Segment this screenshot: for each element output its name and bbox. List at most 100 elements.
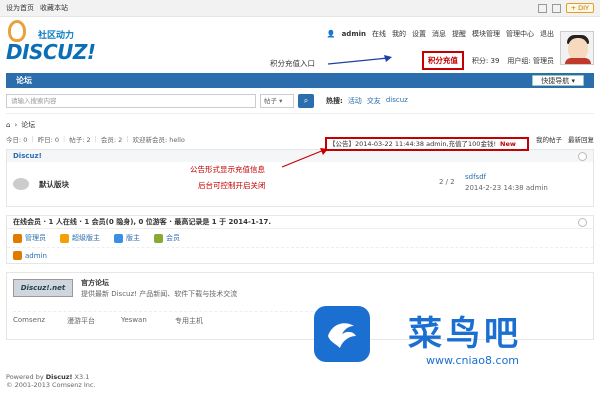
search-input[interactable]: 请输入搜索内容: [6, 93, 256, 108]
online-summary: 在线会员 · 1 人在线 · 1 会员(0 隐身), 0 位游客 · 最高记录是…: [13, 218, 272, 226]
logo-wordmark: DISCUZ!: [6, 40, 96, 64]
footer-brand[interactable]: Discuz!: [46, 373, 73, 381]
forum-bubble-icon: [13, 178, 29, 190]
breadcrumb-sep: ›: [14, 121, 18, 129]
online-status[interactable]: 在线: [372, 29, 386, 39]
discuz-net-logo[interactable]: Discuz!.net: [13, 279, 73, 297]
user-points-row: 积分充值 积分: 39 用户组: 管理员: [421, 51, 554, 70]
hot-label: 热搜:: [326, 96, 343, 105]
user-nav: 👤 admin 在线 我的 设置 消息 提醒 模块管理 管理中心 退出: [327, 29, 554, 39]
legend-mod: 版主: [114, 233, 140, 243]
link-hosting[interactable]: 专用主机: [175, 316, 229, 326]
stat-yesterday: 昨日: 0: [37, 136, 60, 144]
expand-icon[interactable]: [537, 3, 547, 13]
nav-logout[interactable]: 退出: [540, 29, 554, 39]
search-type-label: 帖子: [264, 96, 277, 105]
stat-welcome[interactable]: 欢迎新会员: hello: [132, 134, 184, 144]
legend-member: 会员: [154, 233, 180, 243]
forum-last-post: sdfsdf 2014-2-23 14:38 admin: [465, 172, 548, 194]
diy-label: DIY: [578, 4, 589, 12]
nav-messages[interactable]: 消息: [432, 29, 446, 39]
diy-button[interactable]: + DIY: [565, 3, 594, 13]
online-section: 在线会员 · 1 人在线 · 1 会员(0 隐身), 0 位游客 · 最高记录是…: [6, 215, 594, 264]
footer-powered: Powered by Discuz! X3.1: [6, 373, 96, 381]
user-group[interactable]: 用户组: 管理员: [507, 56, 554, 66]
bird-shape: [328, 323, 356, 348]
latest-replies-link[interactable]: 最新回复: [568, 134, 594, 144]
nav-module-admin[interactable]: 模块管理: [472, 29, 500, 39]
hot-item-discuz[interactable]: discuz: [386, 96, 408, 106]
my-posts-link[interactable]: 我的帖子: [536, 134, 562, 144]
user-icon: 👤: [326, 30, 336, 38]
online-user[interactable]: admin: [25, 252, 47, 260]
points-entry-arrow: [327, 55, 392, 65]
logo-bulb-icon: [8, 20, 26, 42]
link-comsenz[interactable]: Comsenz: [13, 316, 67, 326]
announcement-box[interactable]: 【公告】2014-03-22 11:44:38 admin,充值了100金钱! N…: [325, 137, 529, 151]
online-collapse-icon[interactable]: [578, 217, 587, 227]
last-post-time: 2014-2-23 14:38 admin: [465, 184, 548, 192]
mod-icon: [114, 233, 123, 243]
watermark-url: www.cniao8.com: [426, 354, 520, 367]
hot-item-friends[interactable]: 交友: [367, 96, 381, 106]
watermark-brand: 菜鸟吧: [408, 314, 522, 354]
last-post-title[interactable]: sdfsdf: [465, 172, 548, 183]
category-title[interactable]: Discuz!: [13, 152, 42, 160]
footer: Powered by Discuz! X3.1 © 2001-2013 Coms…: [6, 373, 96, 389]
stats-links: 我的帖子 最新回复: [536, 134, 594, 144]
online-users: admin: [7, 247, 593, 263]
avatar[interactable]: [560, 31, 594, 65]
avatar-face: [568, 38, 588, 60]
bird-logo-icon: [314, 306, 370, 362]
avatar-shirt: [565, 58, 591, 64]
legend-admin-label: 管理员: [25, 234, 46, 242]
user-admin-icon: [13, 251, 22, 260]
nav-settings[interactable]: 设置: [412, 29, 426, 39]
username-link[interactable]: admin: [342, 30, 366, 38]
topbar-tools: + DIY: [537, 3, 594, 13]
nav-admin-center[interactable]: 管理中心: [506, 29, 534, 39]
legend-admin: 管理员: [13, 233, 46, 243]
breadcrumb-forum[interactable]: 论坛: [21, 120, 35, 130]
collapse-icon[interactable]: [578, 151, 587, 161]
stat-posts: 帖子: 2: [69, 136, 91, 144]
hot-searches: 热搜: 活动 交友 discuz: [326, 96, 408, 106]
links-row: Comsenz 漫游平台 Yeswan 专用主机: [13, 311, 313, 326]
footer-copyright: © 2001-2013 Comsenz Inc.: [6, 381, 96, 389]
top-bar: 设为首页 收藏本站 + DIY: [0, 0, 600, 17]
legend-super-mod-label: 超级版主: [72, 234, 100, 242]
link-manyou[interactable]: 漫游平台: [67, 316, 121, 326]
main-nav: 论坛 快捷导航 ▾: [6, 73, 594, 88]
forum-name[interactable]: 默认版块: [39, 179, 69, 190]
nav-reminders[interactable]: 提醒: [452, 29, 466, 39]
nav-my[interactable]: 我的: [392, 29, 406, 39]
online-legend: 管理员 超级版主 版主 会员: [7, 229, 593, 247]
quick-nav-button[interactable]: 快捷导航 ▾: [532, 75, 584, 86]
link-yeswan[interactable]: Yeswan: [121, 316, 175, 326]
set-homepage-link[interactable]: 设为首页: [6, 3, 34, 13]
bookmark-link[interactable]: 收藏本站: [40, 3, 68, 13]
notice-arrow: [281, 148, 328, 168]
legend-member-label: 会员: [166, 234, 180, 242]
points-value[interactable]: 积分: 39: [472, 56, 500, 66]
points-recharge-button[interactable]: 积分充值: [421, 51, 464, 70]
breadcrumb: ⌂ › 论坛: [6, 120, 594, 130]
announcement-text: 【公告】2014-03-22 11:44:38 admin,充值了100金钱!: [329, 140, 497, 148]
admin-icon: [13, 233, 22, 243]
new-badge: New: [500, 140, 516, 148]
points-entry-annotation: 积分充值入口: [270, 59, 315, 68]
style-icon[interactable]: [551, 3, 561, 13]
stat-today: 今日: 0: [6, 136, 28, 144]
super-mod-icon: [60, 233, 69, 243]
links-title[interactable]: 官方论坛: [81, 278, 109, 288]
member-icon: [154, 233, 163, 243]
footer-prefix: Powered by: [6, 373, 46, 381]
tab-forum[interactable]: 论坛: [6, 73, 42, 88]
search-type-select[interactable]: 帖子 ▾: [260, 93, 294, 108]
quick-nav-label: 快捷导航: [541, 77, 570, 85]
home-icon[interactable]: ⌂: [6, 121, 10, 129]
notice-annotation-1: 公告形式显示充值信息: [190, 165, 265, 174]
search-button[interactable]: ⌕: [298, 93, 314, 108]
stat-members: 会员: 2: [100, 136, 123, 144]
hot-item-activity[interactable]: 活动: [348, 96, 362, 106]
